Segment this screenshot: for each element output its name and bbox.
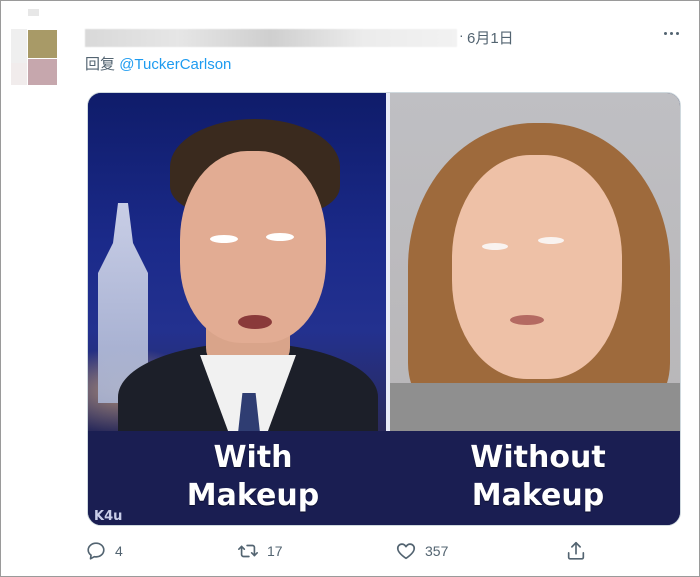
face <box>452 155 622 379</box>
eye <box>210 235 238 243</box>
reply-prefix: 回复 <box>85 56 116 73</box>
mouth <box>238 315 272 329</box>
eye <box>266 233 294 241</box>
retweet-count: 17 <box>267 543 283 559</box>
reply-count: 4 <box>115 543 123 559</box>
tweet-date[interactable]: 6月1日 <box>467 27 514 48</box>
photo-right-panel <box>390 93 680 431</box>
more-horizontal-icon[interactable] <box>659 23 683 43</box>
header-separator: · <box>459 27 464 43</box>
shirt <box>390 383 680 431</box>
reply-handle-link[interactable]: @TuckerCarlson <box>119 56 231 73</box>
reply-context: 回复 @TuckerCarlson <box>85 53 231 74</box>
caption-line: Without <box>470 440 606 475</box>
heart-icon <box>396 543 416 560</box>
reply-button[interactable]: 4 <box>85 539 123 563</box>
mouth <box>510 315 544 325</box>
share-button[interactable] <box>565 539 587 563</box>
tweet-card: · 6月1日 回复 @TuckerCarlson With Makeup Wit… <box>0 0 700 577</box>
retweet-icon <box>238 544 258 558</box>
redacted-author-name <box>85 29 457 47</box>
caption-left: With Makeup <box>168 439 338 515</box>
tweet-media-image[interactable]: With Makeup Without Makeup K4u <box>87 92 681 526</box>
photo-left-panel <box>88 93 386 433</box>
share-icon <box>567 541 585 560</box>
caption-line: Makeup <box>471 478 605 513</box>
watermark: K4u <box>94 509 123 524</box>
like-count: 357 <box>425 543 449 559</box>
caption-line: With <box>213 440 293 475</box>
avatar[interactable] <box>11 9 57 85</box>
eye <box>538 237 564 244</box>
reply-bubble-icon <box>87 542 105 560</box>
eye <box>482 243 508 250</box>
retweet-button[interactable]: 17 <box>237 539 283 563</box>
like-button[interactable]: 357 <box>395 539 448 563</box>
caption-right: Without Makeup <box>448 439 628 515</box>
caption-line: Makeup <box>186 478 320 513</box>
